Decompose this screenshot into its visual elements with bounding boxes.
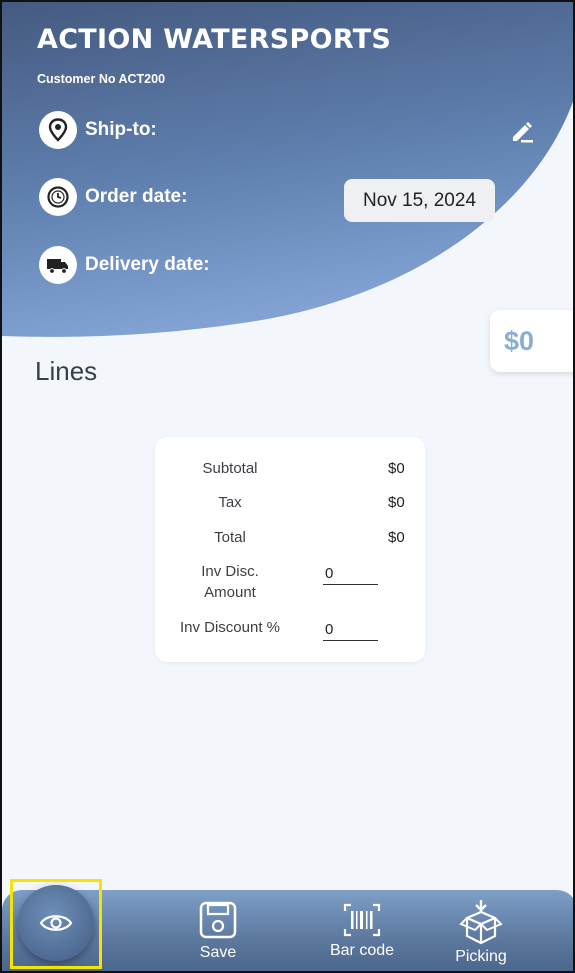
inv-disc-amount-label-line1: Inv Disc.	[201, 563, 259, 580]
save-button[interactable]: Save	[195, 900, 241, 962]
save-label: Save	[199, 944, 237, 961]
box-icon	[459, 900, 503, 945]
floppy-disk-icon	[199, 901, 237, 939]
barcode-label: Bar code	[329, 942, 395, 959]
order-date-picker[interactable]: Nov 15, 2024	[344, 179, 495, 222]
order-date-label: Order date:	[85, 186, 188, 207]
inv-discount-pct-label: Inv Discount %	[179, 619, 281, 636]
lines-section-title: Lines	[35, 356, 98, 386]
location-pin-icon	[39, 111, 77, 149]
total-value: $0	[388, 529, 405, 546]
picking-button[interactable]: Picking	[448, 898, 514, 966]
tax-value: $0	[388, 494, 405, 511]
truck-icon	[39, 246, 77, 284]
picking-label: Picking	[455, 948, 507, 965]
barcode-button[interactable]: Bar code	[324, 902, 400, 960]
customer-number: Customer No ACT200	[37, 72, 166, 86]
total-label: Total	[214, 529, 246, 546]
delivery-date-row[interactable]: Delivery date:	[39, 246, 210, 284]
clock-icon	[39, 178, 77, 216]
totals-card: Subtotal $0 Tax $0 Total $0 Inv Disc. Am…	[155, 437, 425, 662]
inv-discount-pct-input[interactable]	[323, 619, 378, 641]
ship-to-label: Ship-to:	[85, 119, 157, 140]
tax-label: Tax	[218, 494, 242, 511]
highlight-box	[10, 879, 102, 969]
pencil-icon[interactable]	[509, 118, 535, 144]
subtotal-value: $0	[388, 460, 405, 477]
inv-disc-amount-label-line2: Amount	[204, 584, 256, 601]
inv-disc-amount-input[interactable]	[323, 563, 378, 585]
order-amount-badge[interactable]: $0	[490, 310, 573, 372]
app-screen: ACTION WATERSPORTS Customer No ACT200 Sh…	[0, 0, 575, 973]
barcode-icon	[343, 903, 381, 937]
delivery-date-label: Delivery date:	[85, 254, 210, 275]
order-date-row: Order date:	[39, 178, 187, 216]
customer-name: ACTION WATERSPORTS	[37, 24, 392, 55]
ship-to-row[interactable]: Ship-to:	[39, 111, 157, 149]
subtotal-label: Subtotal	[202, 460, 258, 477]
